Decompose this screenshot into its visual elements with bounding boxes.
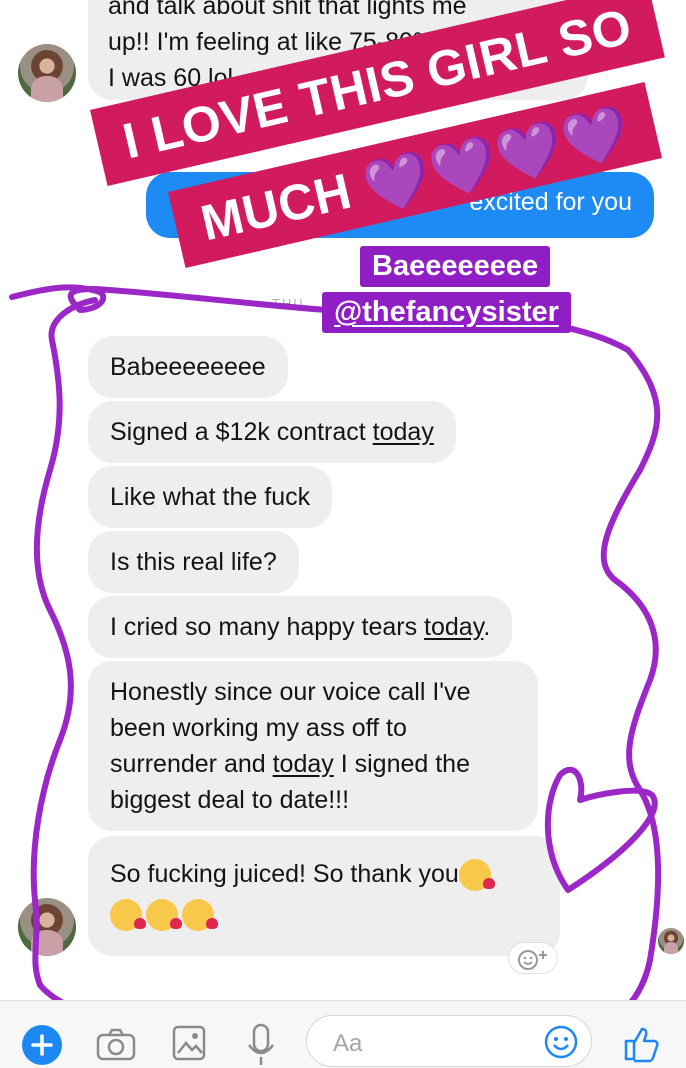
microphone-icon (248, 1023, 274, 1065)
microphone-button[interactable] (246, 1023, 276, 1068)
emoji-icon[interactable] (543, 1024, 579, 1060)
plus-icon (31, 1034, 53, 1056)
tag-text: Baeeeeeeee (372, 250, 539, 282)
image-icon (172, 1025, 206, 1061)
gallery-button[interactable] (172, 1025, 206, 1066)
mention-tag[interactable]: @thefancysister (322, 292, 571, 333)
message-input-placeholder: Aa (333, 1030, 363, 1057)
thumbs-up-icon (624, 1027, 659, 1063)
like-button[interactable] (622, 1023, 662, 1068)
mention-text[interactable]: @thefancysister (334, 296, 559, 328)
message-input[interactable]: Aa (306, 1015, 592, 1067)
camera-icon (96, 1028, 136, 1061)
composer-toolbar: Aa (0, 1000, 686, 1068)
plus-button[interactable] (22, 1025, 62, 1065)
tag-label: Baeeeeeeee (360, 246, 551, 287)
camera-button[interactable] (96, 1027, 136, 1066)
